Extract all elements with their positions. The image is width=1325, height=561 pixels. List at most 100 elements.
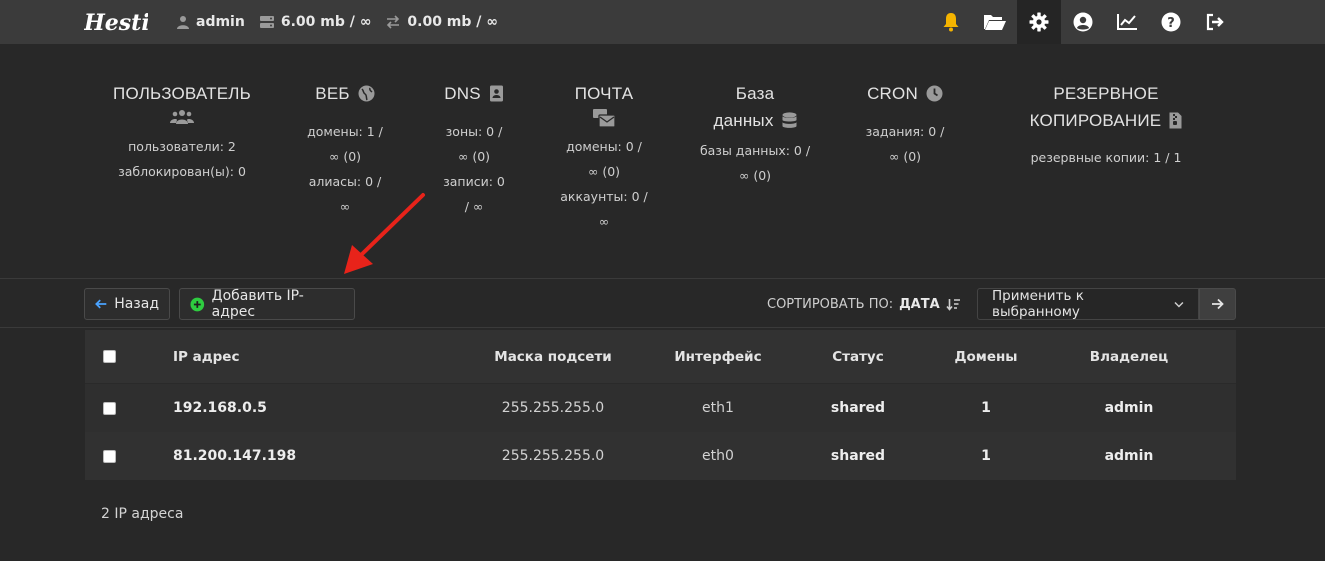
header-status[interactable]: Статус — [803, 349, 913, 365]
plus-circle-icon — [190, 297, 205, 311]
users-icon — [170, 110, 194, 124]
bulk-action-selected: Применить к выбранному — [992, 288, 1084, 320]
cell-mask: 255.255.255.0 — [501, 448, 605, 464]
add-ip-button-label: Добавить IP-адрес — [211, 288, 304, 320]
cell-domains: 1 — [981, 400, 991, 416]
cell-owner: admin — [1104, 400, 1154, 416]
add-ip-button[interactable]: Добавить IP-адрес — [179, 288, 355, 320]
user-indicator[interactable]: admin — [176, 14, 245, 30]
folder-open-icon — [984, 15, 1006, 30]
stat-mail-line: аккаунты: 0 / — [560, 189, 648, 204]
logo-text: Hestia — [84, 10, 148, 36]
back-button[interactable]: Назад — [84, 288, 170, 320]
stat-mail-title: ПОЧТА — [574, 84, 634, 103]
server-settings-button[interactable] — [1017, 0, 1061, 44]
hestia-logo[interactable]: Hestia — [83, 4, 164, 38]
header-interface[interactable]: Интерфейс — [633, 349, 803, 365]
disk-usage-value: 6.00 mb / ∞ — [280, 14, 372, 30]
stat-user-line: пользователи: 2 — [128, 139, 236, 154]
stat-db-line: базы данных: 0 / — [699, 143, 811, 158]
bandwidth-value: 0.00 mb / ∞ — [407, 14, 498, 30]
cell-ip[interactable]: 81.200.147.198 — [173, 448, 473, 464]
header-owner[interactable]: Владелец — [1059, 349, 1199, 365]
address-book-icon — [489, 85, 503, 102]
database-icon — [782, 112, 797, 128]
row-checkbox[interactable] — [103, 449, 116, 463]
header-ip[interactable]: IP адрес — [173, 349, 473, 365]
disk-usage: 6.00 mb / ∞ — [259, 14, 372, 30]
apply-action-button[interactable] — [1199, 288, 1236, 320]
stat-db-line: ∞ (0) — [738, 168, 772, 183]
stat-backup-line: резервные копии: 1 / 1 — [1030, 150, 1182, 165]
stat-web-title: ВЕБ — [315, 84, 350, 103]
arrow-left-icon — [95, 299, 107, 309]
stat-cron-line: ∞ (0) — [888, 149, 922, 164]
stat-backup-title-line1: РЕЗЕРВНОЕ — [1053, 84, 1159, 103]
stat-user-line: заблокирован(ы): 0 — [118, 164, 246, 179]
cell-status: shared — [830, 400, 886, 416]
ip-count-label: 2 IP адреса — [101, 506, 184, 522]
bulk-action-select[interactable]: Применить к выбранному — [977, 288, 1199, 320]
sort-label: СОРТИРОВАТЬ ПО: — [767, 296, 894, 312]
header-domains[interactable]: Домены — [913, 349, 1059, 365]
stat-dns-line: записи: 0 — [443, 174, 505, 189]
transfer-icon — [387, 15, 400, 29]
stat-dns-line: зоны: 0 / — [445, 124, 503, 139]
stat-cron[interactable]: CRON задания: 0 / ∞ (0) — [858, 80, 952, 169]
bell-icon — [943, 13, 959, 32]
cell-owner: admin — [1104, 448, 1154, 464]
cell-interface: eth0 — [702, 448, 734, 464]
top-navbar: Hestia admin 6.00 mb / ∞ 0.00 mb / ∞ — [0, 0, 1325, 44]
sort-value: ДАТА — [899, 296, 940, 312]
globe-icon — [358, 85, 375, 102]
clock-icon — [926, 85, 943, 102]
sign-out-icon — [1206, 13, 1224, 31]
stat-mail[interactable]: ПОЧТА домены: 0 / ∞ (0) аккаунты: 0 / ∞ — [556, 80, 652, 234]
toolbar: Назад Добавить IP-адрес СОРТИРОВАТЬ ПО: … — [0, 280, 1325, 328]
stat-mail-line: домены: 0 / — [566, 139, 642, 154]
chart-line-icon — [1117, 14, 1137, 30]
help-button[interactable]: ? — [1149, 0, 1193, 44]
notifications-button[interactable] — [929, 0, 973, 44]
cell-ip[interactable]: 192.168.0.5 — [173, 400, 473, 416]
stat-database[interactable]: База данных базы данных: 0 / ∞ (0) — [696, 80, 814, 188]
stat-db-title-line1: База — [735, 84, 775, 103]
stat-user[interactable]: ПОЛЬЗОВАТЕЛЬ пользователи: 2 заблокирова… — [108, 80, 256, 184]
table-row: 81.200.147.198 255.255.255.0 eth0 shared… — [85, 432, 1236, 480]
stat-user-title: ПОЛЬЗОВАТЕЛЬ — [113, 84, 251, 103]
stat-dns-line: / ∞ — [464, 199, 484, 214]
cell-mask: 255.255.255.0 — [501, 400, 605, 416]
sort-desc-icon — [946, 298, 960, 311]
logout-button[interactable] — [1193, 0, 1237, 44]
ip-table: IP адрес Маска подсети Интерфейс Статус … — [85, 330, 1236, 480]
back-button-label: Назад — [114, 296, 159, 312]
cell-domains: 1 — [981, 448, 991, 464]
user-icon — [177, 16, 189, 29]
svg-text:?: ? — [1167, 16, 1175, 31]
cell-interface: eth1 — [702, 400, 734, 416]
select-all-checkbox[interactable] — [103, 350, 116, 363]
stat-cron-title: CRON — [867, 84, 918, 103]
bandwidth-usage: 0.00 mb / ∞ — [385, 14, 498, 30]
stat-dns-title: DNS — [444, 84, 481, 103]
username-label: admin — [196, 14, 245, 30]
stat-web-line: ∞ (0) — [328, 149, 362, 164]
table-row: 192.168.0.5 255.255.255.0 eth1 shared 1 … — [85, 384, 1236, 432]
stat-web-line: домены: 1 / — [307, 124, 383, 139]
annotation-arrow — [344, 193, 425, 274]
account-button[interactable] — [1061, 0, 1105, 44]
question-circle-icon: ? — [1161, 12, 1181, 32]
arrow-right-icon — [1212, 298, 1224, 310]
hdd-icon — [259, 16, 274, 28]
stat-mail-line: ∞ (0) — [587, 164, 621, 179]
stat-backup[interactable]: РЕЗЕРВНОЕ КОПИРОВАНИЕ резервные копии: 1… — [1006, 80, 1206, 170]
stat-dns[interactable]: DNS зоны: 0 / ∞ (0) записи: 0 / ∞ — [432, 80, 516, 219]
statistics-button[interactable] — [1105, 0, 1149, 44]
header-mask[interactable]: Маска подсети — [473, 349, 633, 365]
cell-status: shared — [830, 448, 886, 464]
sort-control[interactable]: СОРТИРОВАТЬ ПО: ДАТА — [767, 288, 961, 320]
file-manager-button[interactable] — [973, 0, 1017, 44]
stat-backup-title-line2: КОПИРОВАНИЕ — [1029, 111, 1162, 130]
stat-db-title-line2: данных — [713, 111, 774, 130]
row-checkbox[interactable] — [103, 401, 116, 415]
